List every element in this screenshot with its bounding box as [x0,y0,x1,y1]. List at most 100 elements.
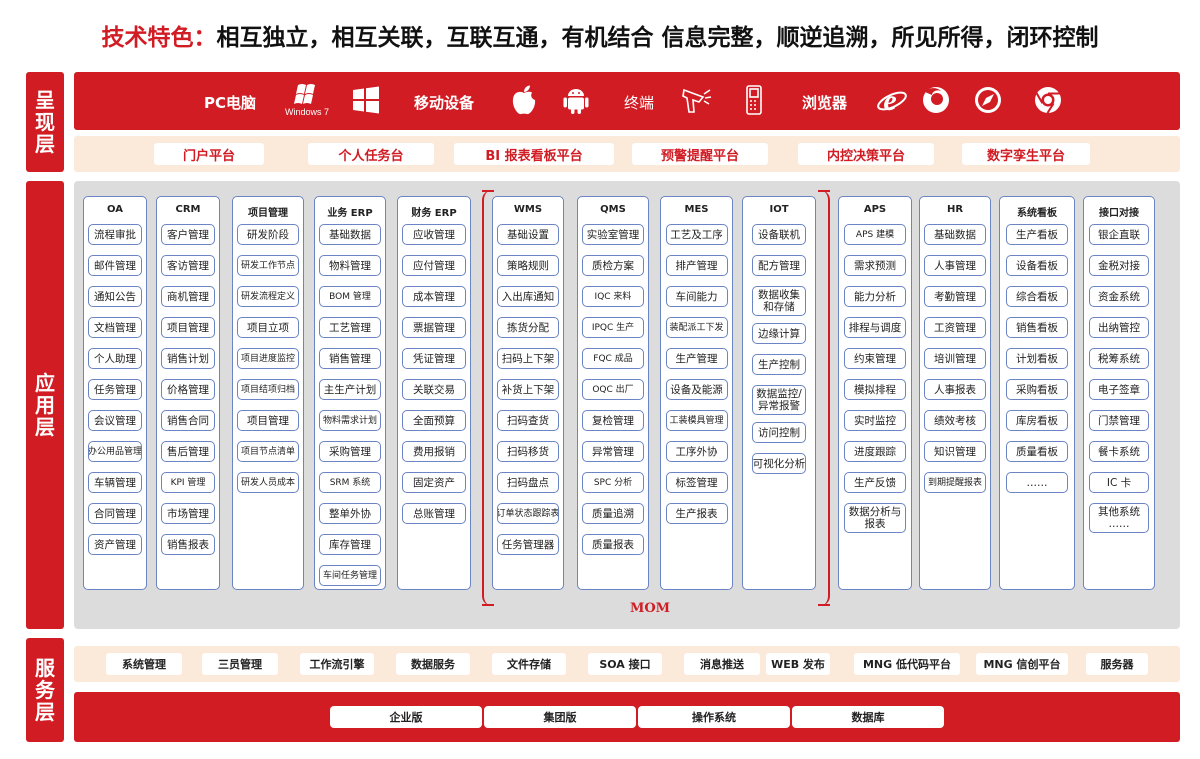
base-database[interactable]: 数据库 [792,706,944,728]
service-server[interactable]: 服务器 [1086,653,1148,675]
module-item[interactable]: FQC 成品 [582,348,644,369]
module-item[interactable]: 生产报表 [665,503,728,524]
module-item[interactable]: 数据分析与报表 [844,503,906,533]
module-item[interactable]: 实验室管理 [582,224,644,245]
module-item[interactable]: 设备联机 [752,224,806,245]
module-item[interactable]: 办公用品管理 [88,441,142,462]
module-item[interactable]: 银企直联 [1089,224,1149,245]
module-item[interactable]: 基础设置 [497,224,559,245]
base-enterprise[interactable]: 企业版 [330,706,482,728]
base-os[interactable]: 操作系统 [638,706,790,728]
module-item[interactable]: 基础数据 [924,224,986,245]
module-item[interactable]: 物料管理 [319,255,381,276]
module-item[interactable]: 补货上下架 [497,379,559,400]
module-item[interactable]: 工艺及工序 [665,224,728,245]
service-low-code[interactable]: MNG 低代码平台 [854,653,960,675]
module-item[interactable]: 应收管理 [402,224,466,245]
module-item[interactable]: KPI 管理 [161,472,215,493]
module-item[interactable]: 复检管理 [582,410,644,431]
module-item[interactable]: 访问控制 [752,422,806,443]
module-item[interactable]: 扫码查货 [497,410,559,431]
module-item[interactable]: IPQC 生产 [582,317,644,338]
module-item[interactable]: SPC 分析 [582,472,644,493]
module-item[interactable]: 资金系统 [1089,286,1149,307]
module-item[interactable]: IQC 来料 [582,286,644,307]
module-item[interactable]: 绩效考核 [924,410,986,431]
base-group[interactable]: 集团版 [484,706,636,728]
module-item[interactable]: 项目管理 [237,410,299,431]
platform-portal[interactable]: 门户平台 [154,143,264,165]
module-item[interactable]: 数据收集和存储 [752,286,806,316]
module-item[interactable]: 异常管理 [582,441,644,462]
service-xinchuang[interactable]: MNG 信创平台 [976,653,1068,675]
module-item[interactable]: 能力分析 [844,286,906,307]
module-item[interactable]: 生产管理 [665,348,728,369]
module-item[interactable]: 价格管理 [161,379,215,400]
module-item[interactable]: OQC 出厂 [582,379,644,400]
module-item[interactable]: 采购看板 [1006,379,1068,400]
module-item[interactable]: 税筹系统 [1089,348,1149,369]
module-item[interactable]: 采购管理 [319,441,381,462]
service-web-publish[interactable]: WEB 发布 [766,653,830,675]
module-item[interactable]: 费用报销 [402,441,466,462]
module-item[interactable]: 实时监控 [844,410,906,431]
module-item[interactable]: 考勤管理 [924,286,986,307]
platform-alert[interactable]: 预警提醒平台 [632,143,768,165]
module-item[interactable]: 工序外协 [665,441,728,462]
module-item[interactable]: 人事管理 [924,255,986,276]
module-item[interactable]: 关联交易 [402,379,466,400]
module-item[interactable]: 任务管理器 [497,534,559,555]
service-file-storage[interactable]: 文件存储 [492,653,566,675]
module-item[interactable]: 库房看板 [1006,410,1068,431]
module-item[interactable]: SRM 系统 [319,472,381,493]
module-item[interactable]: 个人助理 [88,348,142,369]
module-item[interactable]: 到期提醒报表 [924,472,986,493]
module-item[interactable]: 边缘计算 [752,323,806,344]
module-item[interactable]: 项目节点清单 [237,441,299,462]
module-item[interactable]: 流程审批 [88,224,142,245]
module-item[interactable]: …… [1006,472,1068,493]
module-item[interactable]: 客访管理 [161,255,215,276]
service-workflow-engine[interactable]: 工作流引擎 [300,653,374,675]
module-item[interactable]: 排程与调度 [844,317,906,338]
module-item[interactable]: 订单状态跟踪表 [497,503,559,524]
module-item[interactable]: 项目管理 [161,317,215,338]
module-item[interactable]: 车辆管理 [88,472,142,493]
module-item[interactable]: 质量看板 [1006,441,1068,462]
module-item[interactable]: IC 卡 [1089,472,1149,493]
service-system-management[interactable]: 系统管理 [106,653,182,675]
module-item[interactable]: 销售合同 [161,410,215,431]
module-item[interactable]: 拣货分配 [497,317,559,338]
module-item[interactable]: 生产控制 [752,354,806,375]
platform-decision[interactable]: 内控决策平台 [798,143,934,165]
module-item[interactable]: 质量追溯 [582,503,644,524]
module-item[interactable]: 知识管理 [924,441,986,462]
module-item[interactable]: 模拟排程 [844,379,906,400]
module-item[interactable]: 总账管理 [402,503,466,524]
service-three-admins[interactable]: 三员管理 [202,653,278,675]
module-item[interactable]: 扫码上下架 [497,348,559,369]
module-item[interactable]: APS 建模 [844,224,906,245]
module-item[interactable]: 进度跟踪 [844,441,906,462]
module-item[interactable]: 应付管理 [402,255,466,276]
module-item[interactable]: 扫码移货 [497,441,559,462]
module-item[interactable]: 库存管理 [319,534,381,555]
module-item[interactable]: 质量报表 [582,534,644,555]
module-item[interactable]: 商机管理 [161,286,215,307]
module-item[interactable]: 固定资产 [402,472,466,493]
module-item[interactable]: 装配派工下发 [665,317,728,338]
module-item[interactable]: 排产管理 [665,255,728,276]
module-item[interactable]: 会议管理 [88,410,142,431]
module-item[interactable]: 配方管理 [752,255,806,276]
module-item[interactable]: 销售计划 [161,348,215,369]
module-item[interactable]: 策略规则 [497,255,559,276]
module-item[interactable]: 销售看板 [1006,317,1068,338]
module-item[interactable]: 整单外协 [319,503,381,524]
module-item[interactable]: 任务管理 [88,379,142,400]
module-item[interactable]: 文档管理 [88,317,142,338]
module-item[interactable]: 标签管理 [665,472,728,493]
module-item[interactable]: 车间能力 [665,286,728,307]
module-item[interactable]: 合同管理 [88,503,142,524]
module-item[interactable]: 物料需求计划 [319,410,381,431]
module-item[interactable]: 项目立项 [237,317,299,338]
